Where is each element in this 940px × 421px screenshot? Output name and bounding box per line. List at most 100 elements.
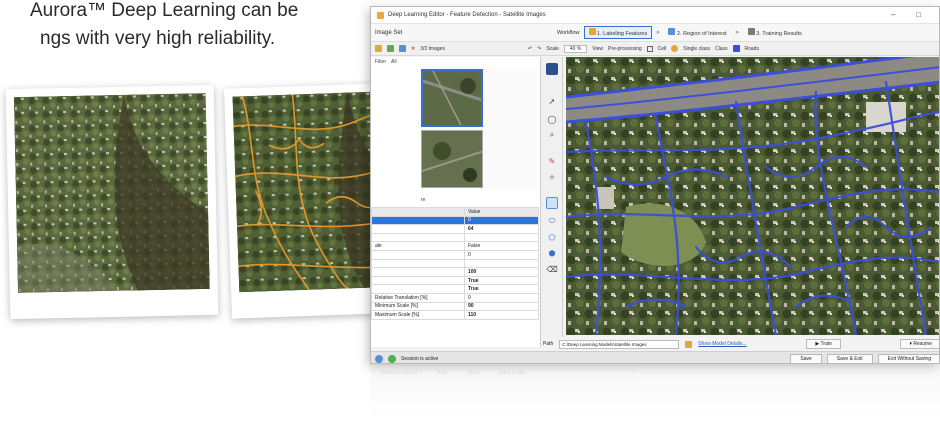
import-icon[interactable] [399,45,406,52]
cell-label: Cell [657,45,667,52]
property-value[interactable]: True [464,284,539,294]
satellite-image-canvas[interactable] [566,57,939,335]
browse-folder-icon[interactable] [685,340,693,348]
class-mode-icon [671,45,679,52]
property-value[interactable] [464,232,539,243]
maximize-button[interactable]: □ [916,10,921,19]
fill-tool-icon[interactable]: ⬢ [546,247,558,259]
view-select[interactable]: Pre-processing [608,46,642,52]
table-row[interactable]: True [371,284,539,294]
show-model-details-link[interactable]: Show Model Details... [698,341,746,347]
property-value[interactable]: 0 [464,215,539,226]
table-row[interactable]: 100 [371,267,539,277]
workflow-step-label: 1. Labeling Features [597,31,648,37]
ellipse-tool-icon[interactable]: ⬭ [546,215,558,227]
property-name [371,267,465,277]
table-header-row: Value [371,207,539,217]
workflow-step-label: 2. Region of Interest [676,31,727,37]
property-value[interactable]: 110 [464,310,539,320]
scale-select[interactable]: 40 % [563,44,588,53]
property-name [371,249,465,260]
app-icon [377,11,384,19]
workflow-step-roi[interactable]: 2. Region of Interest [663,26,731,39]
property-name: Relative Translation [%] [371,292,465,303]
folder-icon[interactable] [375,45,382,52]
brush-icon[interactable]: ✎ [546,155,558,167]
table-row[interactable] [371,232,539,243]
layers-icon[interactable] [546,63,558,75]
workflow-step-training[interactable]: 3. Training Results [743,26,807,39]
path-input[interactable]: C:\Deep Learning Models\Satellite Images [559,339,680,349]
region-icon [668,28,676,35]
workflow-step-labeling[interactable]: 1. Labeling Features [583,26,653,39]
magic-wand-icon[interactable]: ✧ [546,171,558,183]
property-value[interactable]: 90 [464,301,539,312]
status-bar: Session is active Save Save & Exit Exit … [371,351,939,363]
save-exit-button[interactable]: Save & Exit [826,353,873,363]
scale-label: Scale [546,45,559,52]
column-header-name [371,207,465,217]
drawing-tool-strip: ➚ ◯ ⌕ ✎ ✧ ⬭ ⬠ ⬢ ⌫ [541,57,563,347]
table-row[interactable]: 0 [371,249,539,260]
workflow-toolbar: Image Set Workflow 1. Labeling Features … [371,24,939,42]
polygon-tool-icon[interactable]: ⬠ [546,231,558,243]
property-name: Minimum Scale [%] [371,301,465,312]
delete-icon[interactable]: ✕ [411,46,415,52]
table-row[interactable] [371,258,539,269]
eraser-tool-icon[interactable]: ⌫ [546,263,558,275]
aerial-photo-raw [13,93,210,293]
workflow-step-label: 3. Training Results [756,31,802,37]
properties-table: Value 0 64 ale False 0 100 True True Rela… [371,207,539,320]
window-title: Deep Learning Editor - Feature Detection… [388,12,546,18]
table-row[interactable]: ale False [371,241,539,251]
property-value[interactable]: True [464,275,539,286]
reflection-save: Save [467,370,479,376]
table-row[interactable]: True [371,275,539,286]
hero-text-line-2: ngs with very high reliability. [40,28,276,49]
table-row[interactable]: Maximum Scale [%] 110 [371,310,539,320]
section-label: re [421,197,426,203]
deep-learning-editor-window: Deep Learning Editor - Feature Detection… [370,6,940,364]
resume-button[interactable]: ⏵ Resume [900,339,939,349]
chevron-right-icon: > [735,29,739,36]
table-row[interactable]: Minimum Scale [%] 90 [371,301,539,312]
cell-checkbox[interactable] [646,45,653,52]
add-image-icon[interactable] [387,45,394,52]
property-value[interactable] [464,258,539,269]
filter-value[interactable]: All [391,59,397,65]
workflow-label: Workflow [557,29,580,36]
image-set-panel: Filter All re Value 0 64 ale False 0 100 … [371,57,541,347]
labeling-icon [588,28,596,35]
image-thumbnail[interactable] [421,130,483,188]
reflection-save-exit: Save & Exit [498,370,525,376]
redo-icon[interactable]: ↷ [537,46,541,52]
property-value[interactable]: 100 [464,267,539,277]
property-value[interactable]: False [464,241,539,251]
train-button[interactable]: ▶ Train [806,339,841,349]
single-class-label[interactable]: Single class [683,46,710,52]
image-count: 3/3 Images [420,45,445,52]
filter-label: Filter [375,59,387,65]
property-value[interactable]: 64 [464,224,539,234]
table-row[interactable]: 0 [371,215,539,226]
property-value[interactable]: 0 [464,249,539,260]
view-toolbar: ✕ 3/3 Images ↶ ↷ Scale 40 % View Pre-pro… [371,42,939,56]
rectangle-tool-icon[interactable] [546,197,558,209]
image-thumbnail[interactable] [421,69,483,127]
satellite-image-with-road-labels [566,57,939,335]
lasso-icon[interactable]: ◯ [546,113,558,125]
save-button[interactable]: Save [790,353,822,363]
undo-icon[interactable]: ↶ [528,46,532,52]
status-text: Session is active [401,355,439,362]
class-select[interactable]: Roads [745,46,759,52]
property-value[interactable]: 0 [464,292,539,303]
zoom-icon[interactable]: ⌕ [546,129,558,141]
minimize-button[interactable]: – [891,10,895,19]
table-row[interactable]: 64 [371,224,539,234]
polaroid-aerial-raw [5,84,219,320]
property-name [371,258,465,269]
pointer-icon[interactable]: ➚ [546,95,558,107]
reflection-path-label: Path [437,370,448,376]
exit-without-saving-button[interactable]: Exit Without Saving [877,353,939,363]
table-row[interactable]: Relative Translation [%] 0 [371,292,539,303]
